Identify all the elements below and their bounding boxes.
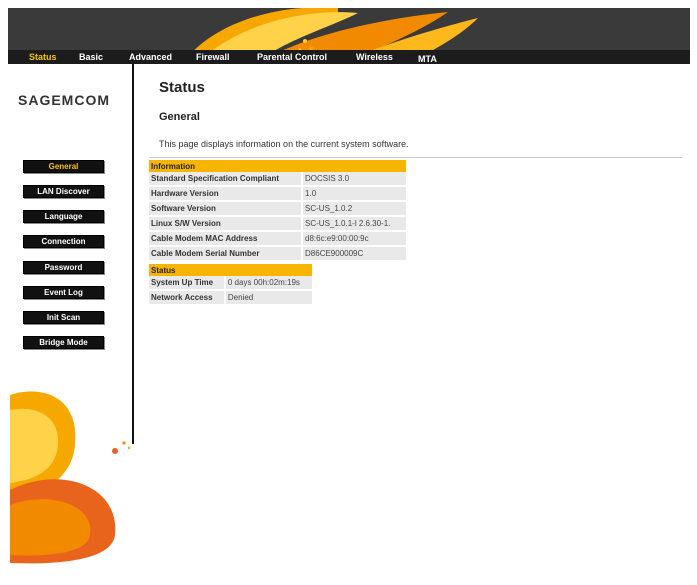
sidebar-item-password[interactable]: Password xyxy=(23,261,104,274)
sidebar-item-lan-discover[interactable]: LAN Discover xyxy=(23,185,104,198)
sidebar-item-general[interactable]: General xyxy=(23,160,104,173)
row-value: Denied xyxy=(224,290,312,306)
sidebar-item-bridge-mode[interactable]: Bridge Mode xyxy=(23,336,104,349)
row-label: Network Access xyxy=(149,290,226,306)
row-label: Linux S/W Version xyxy=(149,216,304,232)
row-value: 0 days 00h:02m:19s xyxy=(224,276,312,291)
row-label: Hardware Version xyxy=(149,186,304,202)
main-nav: Status Basic Advanced Firewall Parental … xyxy=(8,50,690,64)
information-header: Information xyxy=(149,160,406,172)
nav-wireless[interactable]: Wireless xyxy=(356,50,393,64)
sidebar-item-language[interactable]: Language xyxy=(23,210,104,223)
row-label: System Up Time xyxy=(149,276,226,291)
nav-mta[interactable]: MTA xyxy=(418,52,437,66)
status-header: Status xyxy=(149,264,312,276)
nav-parental-control[interactable]: Parental Control xyxy=(257,50,327,64)
table-row: Cable Modem Serial Number D86CE900009C xyxy=(149,246,406,262)
row-value: SC-US_1.0.1-l 2.6.30-1. xyxy=(302,216,406,232)
section-title: General xyxy=(159,111,200,123)
page-title: Status xyxy=(159,79,205,96)
sidebar-item-event-log[interactable]: Event Log xyxy=(23,286,104,299)
table-row: Standard Specification Compliant DOCSIS … xyxy=(149,172,406,187)
nav-firewall[interactable]: Firewall xyxy=(196,50,230,64)
table-row: Cable Modem MAC Address d8:6c:e9:00:00:9… xyxy=(149,231,406,247)
row-value: 1.0 xyxy=(302,186,406,202)
content-divider xyxy=(149,157,682,158)
sagemcom-logo: SAGEMCOM xyxy=(18,92,110,108)
status-table: Status System Up Time 0 days 00h:02m:19s… xyxy=(149,264,312,306)
table-row: Hardware Version 1.0 xyxy=(149,186,406,202)
table-row: Software Version SC-US_1.0.2 xyxy=(149,201,406,217)
row-value: SC-US_1.0.2 xyxy=(302,201,406,217)
table-row: Linux S/W Version SC-US_1.0.1-l 2.6.30-1… xyxy=(149,216,406,232)
table-row: System Up Time 0 days 00h:02m:19s xyxy=(149,276,312,291)
row-label: Cable Modem MAC Address xyxy=(149,231,304,247)
table-row: Network Access Denied xyxy=(149,290,312,306)
row-label: Cable Modem Serial Number xyxy=(149,246,304,262)
nav-advanced[interactable]: Advanced xyxy=(129,50,172,64)
sidebar-item-init-scan[interactable]: Init Scan xyxy=(23,311,104,324)
row-label: Standard Specification Compliant xyxy=(149,172,304,187)
sidebar-item-connection[interactable]: Connection xyxy=(23,235,104,248)
information-table: Information Standard Specification Compl… xyxy=(149,160,406,262)
nav-basic[interactable]: Basic xyxy=(79,50,103,64)
row-label: Software Version xyxy=(149,201,304,217)
row-value: D86CE900009C xyxy=(302,246,406,262)
decorative-swirl-graphic xyxy=(10,391,131,564)
page-description: This page displays information on the cu… xyxy=(159,139,409,149)
nav-status[interactable]: Status xyxy=(29,50,57,64)
row-value: DOCSIS 3.0 xyxy=(302,172,406,187)
row-value: d8:6c:e9:00:00:9c xyxy=(302,231,406,247)
